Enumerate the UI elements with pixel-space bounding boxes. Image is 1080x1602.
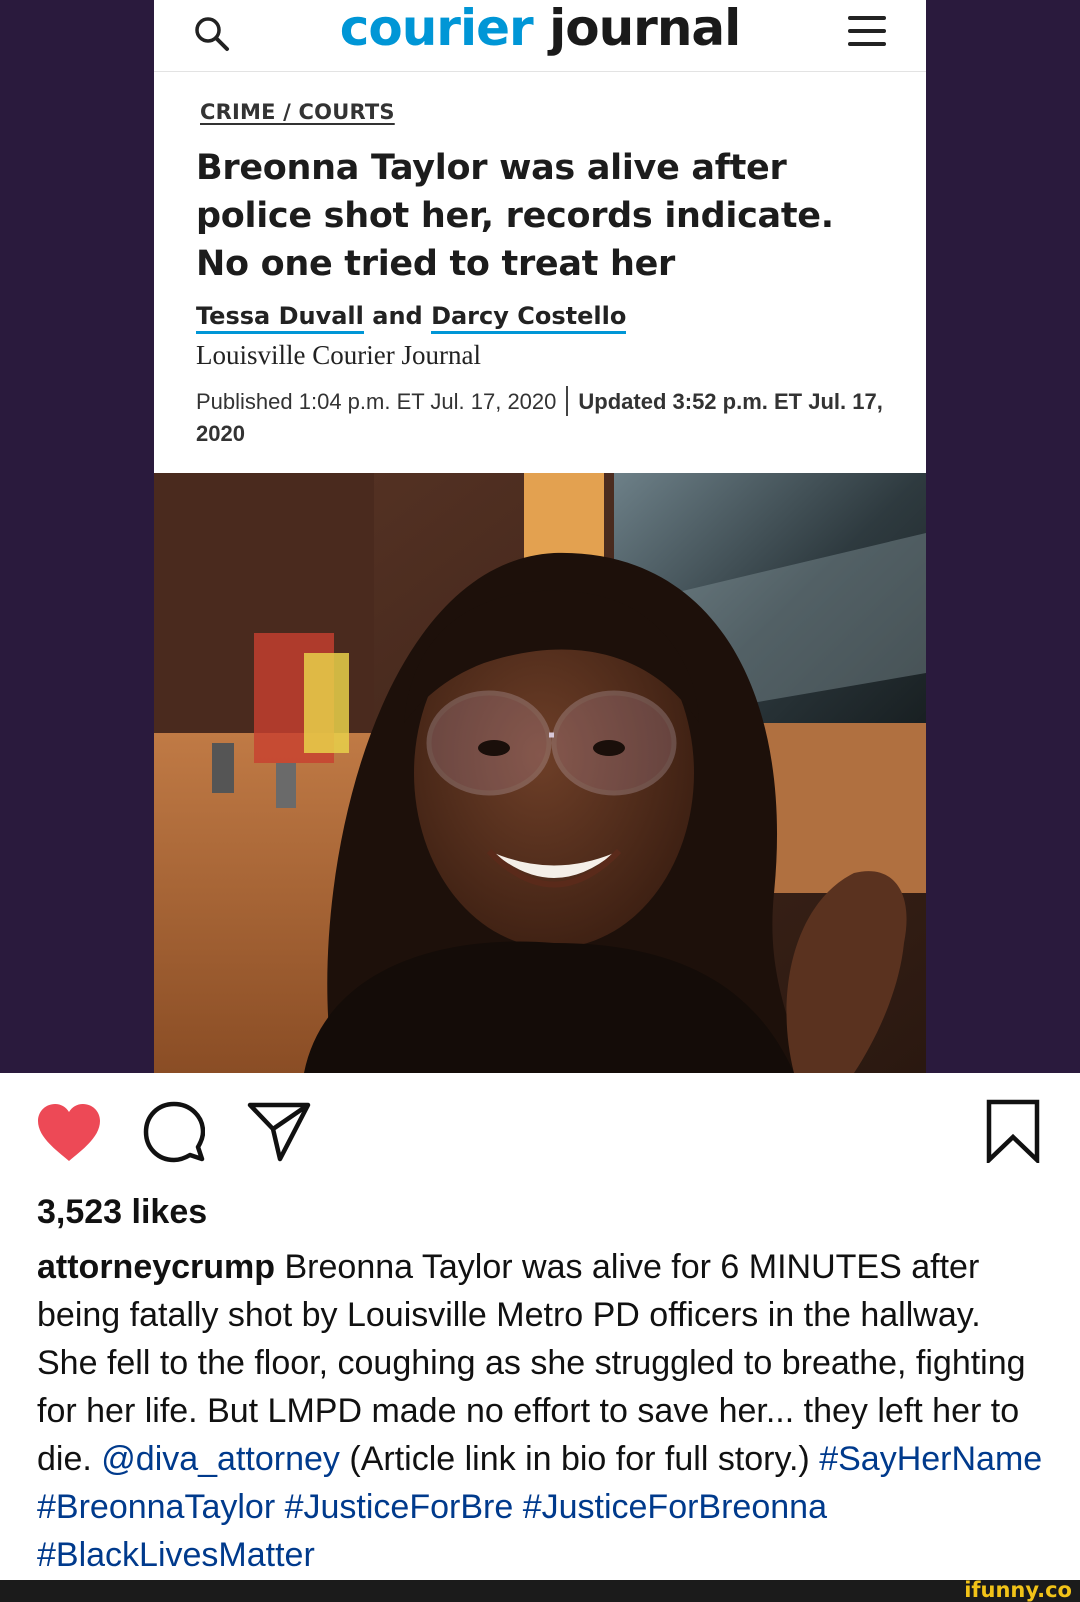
hashtag-link[interactable]: #JusticeForBreonna	[523, 1488, 827, 1526]
logo-courier: courier	[339, 0, 534, 57]
author-link[interactable]: Tessa Duvall	[196, 302, 364, 334]
section-label[interactable]: CRIME / COURTS	[200, 100, 395, 124]
bookmark-icon[interactable]	[985, 1099, 1041, 1163]
outlet-name: Louisville Courier Journal	[196, 340, 481, 370]
headline-line: Breonna Taylor was alive after	[196, 148, 787, 188]
hamburger-menu-icon[interactable]	[848, 16, 886, 46]
published-date: Published 1:04 p.m. ET Jul. 17, 2020	[196, 389, 557, 414]
screenshot-frame: courier journal CRIME / COURTS Breonna T…	[0, 0, 1080, 1073]
mention-link[interactable]: @diva_attorney	[101, 1440, 340, 1478]
article-headline: Breonna Taylor was alive after police sh…	[196, 144, 896, 288]
post-action-bar	[0, 1073, 1080, 1193]
headline-line: No one tried to treat her	[196, 244, 676, 284]
headline-line: police shot her, records indicate.	[196, 196, 834, 236]
caption-tail: (Article link in bio for full story.)	[339, 1440, 820, 1478]
like-count[interactable]: 3,523 likes	[37, 1193, 207, 1232]
hashtag-link[interactable]: #BlackLivesMatter	[37, 1536, 315, 1574]
date-divider	[566, 386, 569, 416]
byline: Tessa Duvall and Darcy Costello	[196, 302, 627, 334]
watermark-bar	[0, 1580, 1080, 1602]
article-photo	[154, 473, 926, 1073]
watermark: ifunny.co	[964, 1578, 1072, 1602]
site-logo[interactable]: courier journal	[154, 0, 926, 62]
logo-journal: journal	[549, 0, 741, 57]
send-icon[interactable]	[247, 1101, 311, 1163]
masthead: courier journal	[154, 0, 926, 72]
hashtag-link[interactable]: #JusticeForBre	[285, 1488, 514, 1526]
username-link[interactable]: attorneycrump	[37, 1248, 275, 1286]
hashtag-link[interactable]: #SayHerName	[819, 1440, 1042, 1478]
author-link[interactable]: Darcy Costello	[431, 302, 627, 334]
hashtag-link[interactable]: #BreonnaTaylor	[37, 1488, 275, 1526]
news-article-card: courier journal CRIME / COURTS Breonna T…	[154, 0, 926, 473]
post-caption: attorneycrump Breonna Taylor was alive f…	[37, 1243, 1047, 1579]
publish-dates: Published 1:04 p.m. ET Jul. 17, 2020 Upda…	[196, 386, 896, 450]
author-joiner: and	[363, 302, 432, 330]
comment-icon[interactable]	[143, 1101, 205, 1163]
heart-icon[interactable]	[36, 1103, 102, 1163]
